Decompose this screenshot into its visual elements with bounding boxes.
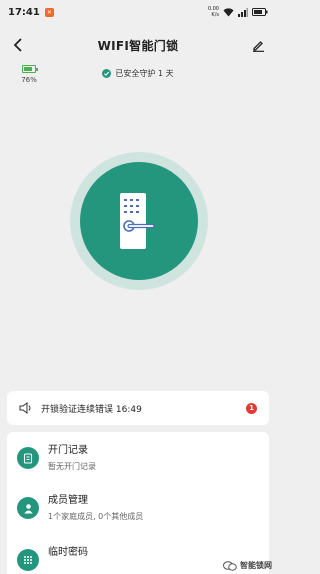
status-battery-icon [252, 8, 268, 16]
menu-item-title: 临时密码 [48, 547, 88, 558]
shield-check-icon [102, 69, 112, 78]
menu-item-subtitle: 暂无开门记录 [48, 462, 96, 471]
network-speed: 0.00 K/s [207, 6, 219, 18]
notification-icon: ✕ [44, 7, 54, 17]
alert-count-badge: 1 [246, 402, 257, 414]
watermark-text: 智能锁网 [240, 561, 272, 570]
keypad-icon [17, 549, 39, 571]
status-bar: 17:41 ✕ 0.00 K/s [0, 0, 276, 24]
menu-item-subtitle: 1个家庭成员, 0个其他成员 [48, 512, 144, 521]
speaker-icon [19, 402, 31, 414]
navbar: WIFI智能门锁 [0, 30, 276, 60]
back-button[interactable] [8, 35, 28, 55]
status-time: 17:41 [8, 6, 40, 18]
unlock-button[interactable] [70, 152, 208, 290]
guard-text: 已安全守护 1 天 [115, 69, 174, 78]
alert-card[interactable]: 开锁验证连续错误 16:49 1 [7, 391, 269, 425]
wechat-logo-icon [223, 560, 237, 571]
door-lock-icon [120, 193, 155, 249]
alert-text: 开锁验证连续错误 16:49 [41, 404, 142, 415]
door-record-icon [17, 447, 39, 469]
menu-item-door-record[interactable]: 开门记录 暂无开门记录 [7, 444, 269, 473]
edit-button[interactable] [248, 35, 268, 55]
wifi-icon [223, 7, 234, 16]
menu-item-title: 成员管理 [48, 495, 88, 506]
menu-item-title: 开门记录 [48, 445, 88, 456]
signal-icon [238, 7, 248, 17]
chevron-left-icon [13, 38, 22, 52]
member-icon [17, 497, 39, 519]
guard-status: 已安全守护 1 天 [0, 68, 276, 79]
menu-card: 开门记录 暂无开门记录 成员管理 1个家庭成员, 0个其他成员 临时密码 [7, 432, 269, 574]
menu-item-members[interactable]: 成员管理 1个家庭成员, 0个其他成员 [7, 494, 269, 523]
pencil-icon [252, 40, 264, 52]
status-indicators: 0.00 K/s [201, 6, 268, 18]
unlock-button-inner [80, 162, 198, 280]
watermark: 智能锁网 [223, 560, 272, 571]
page-title: WIFI智能门锁 [97, 38, 179, 53]
